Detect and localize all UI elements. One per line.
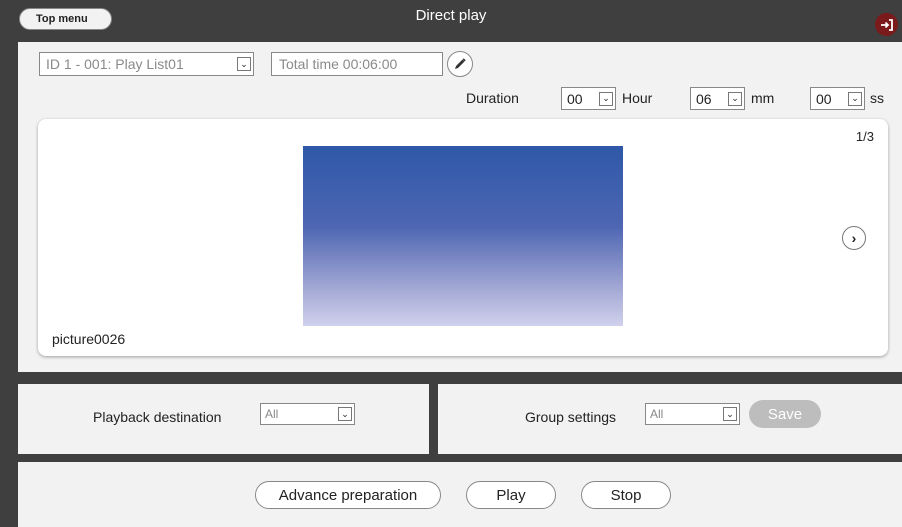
hour-value: 00: [567, 90, 583, 107]
duration-label: Duration: [466, 90, 519, 106]
preview-card: 1/3 › picture0026: [38, 119, 888, 356]
chevron-down-icon: ⌄: [599, 91, 613, 106]
group-settings-label: Group settings: [525, 409, 617, 425]
top-menu-button[interactable]: Top menu: [19, 8, 112, 30]
playback-destination-panel: Playback destination All ⌄: [18, 384, 429, 454]
play-button[interactable]: Play: [466, 481, 556, 509]
pencil-icon: [455, 58, 466, 69]
minute-label: mm: [751, 90, 775, 106]
logout-glyph: [880, 18, 893, 31]
total-time-field: Total time 00:06:00: [271, 52, 443, 76]
chevron-down-icon: ⌄: [237, 57, 251, 71]
advance-preparation-button[interactable]: Advance preparation: [255, 481, 441, 509]
minute-select[interactable]: 06 ⌄: [690, 87, 745, 110]
stop-button[interactable]: Stop: [581, 481, 671, 509]
group-settings-value: All: [650, 407, 664, 421]
logout-icon[interactable]: [875, 13, 898, 36]
chevron-down-icon: ⌄: [728, 91, 742, 106]
chevron-down-icon: ⌄: [723, 407, 737, 421]
action-panel: Advance preparation Play Stop: [18, 462, 902, 527]
playlist-select-value: ID 1 - 001: Play List01: [46, 56, 184, 72]
playback-destination-value: All: [265, 407, 279, 421]
playlist-panel: ID 1 - 001: Play List01 ⌄ Total time 00:…: [18, 42, 902, 372]
group-settings-select[interactable]: All ⌄: [645, 403, 740, 425]
chevron-right-icon[interactable]: ›: [842, 226, 866, 250]
hour-label: Hour: [622, 90, 653, 106]
page-indicator: 1/3: [855, 129, 874, 144]
page-title: Direct play: [415, 6, 487, 24]
second-select[interactable]: 00 ⌄: [810, 87, 865, 110]
second-value: 00: [816, 90, 832, 107]
header-bar: Direct play Top menu: [0, 0, 902, 42]
playback-destination-select[interactable]: All ⌄: [260, 403, 355, 425]
hour-select[interactable]: 00 ⌄: [561, 87, 616, 110]
playlist-select[interactable]: ID 1 - 001: Play List01 ⌄: [39, 52, 254, 76]
edit-button[interactable]: [447, 51, 473, 77]
playback-destination-label: Playback destination: [93, 409, 222, 425]
chevron-down-icon: ⌄: [338, 407, 352, 421]
minute-value: 06: [696, 90, 712, 107]
preview-image: [303, 146, 623, 326]
file-name: picture0026: [52, 331, 126, 347]
group-settings-panel: Group settings All ⌄ Save: [438, 384, 902, 454]
second-label: ss: [870, 90, 884, 106]
chevron-down-icon: ⌄: [848, 91, 862, 106]
save-button[interactable]: Save: [749, 400, 821, 428]
